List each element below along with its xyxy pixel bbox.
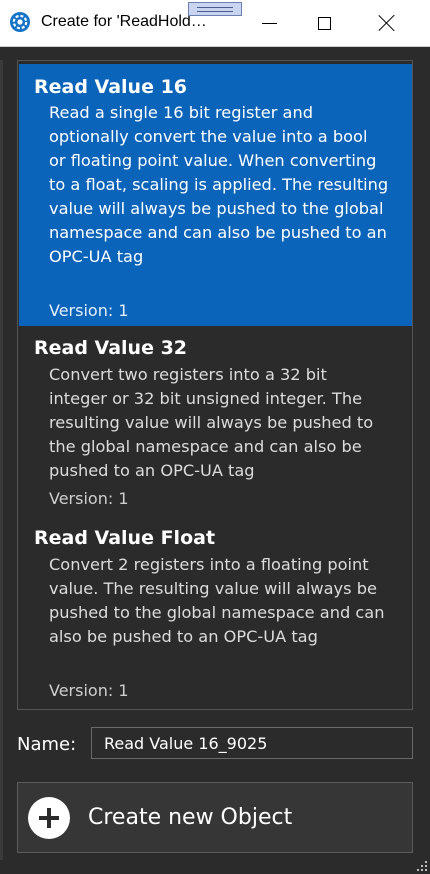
app-gear-icon [10, 12, 30, 32]
resize-grip-icon[interactable] [414, 858, 428, 872]
window-edge [0, 60, 3, 860]
item-description: Convert two registers into a 32 bit inte… [49, 365, 374, 480]
drag-grip[interactable] [188, 2, 242, 16]
list-item-read-value-float[interactable]: Read Value Float Convert 2 registers int… [19, 516, 412, 708]
plus-circle-icon [28, 797, 70, 839]
maximize-button[interactable] [301, 0, 347, 46]
create-button-label: Create new Object [88, 805, 293, 830]
item-version: Version: 1 [49, 489, 129, 508]
maximize-icon [317, 16, 331, 30]
item-description: Read a single 16 bit register and option… [49, 103, 389, 266]
item-title: Read Value Float [34, 527, 216, 549]
item-version: Version: 1 [49, 301, 129, 320]
list-item-read-value-16[interactable]: Read Value 16 Read a single 16 bit regis… [19, 64, 412, 326]
item-version: Version: 1 [49, 681, 129, 700]
object-type-list[interactable]: Read Value 16 Read a single 16 bit regis… [17, 60, 413, 710]
title-bar[interactable]: Create for 'ReadHold… [0, 0, 430, 47]
close-button[interactable] [364, 0, 410, 46]
create-new-object-button[interactable]: Create new Object [17, 782, 413, 853]
item-title: Read Value 32 [34, 337, 188, 359]
name-input[interactable] [91, 727, 413, 759]
minimize-icon [261, 22, 277, 24]
minimize-button[interactable] [246, 0, 292, 46]
list-item-read-value-32[interactable]: Read Value 32 Convert two registers into… [19, 326, 412, 516]
window-title: Create for 'ReadHold… [41, 13, 207, 30]
name-label: Name: [17, 734, 77, 755]
item-title: Read Value 16 [34, 76, 188, 98]
close-icon [378, 14, 396, 32]
item-description: Convert 2 registers into a floating poin… [49, 555, 385, 646]
